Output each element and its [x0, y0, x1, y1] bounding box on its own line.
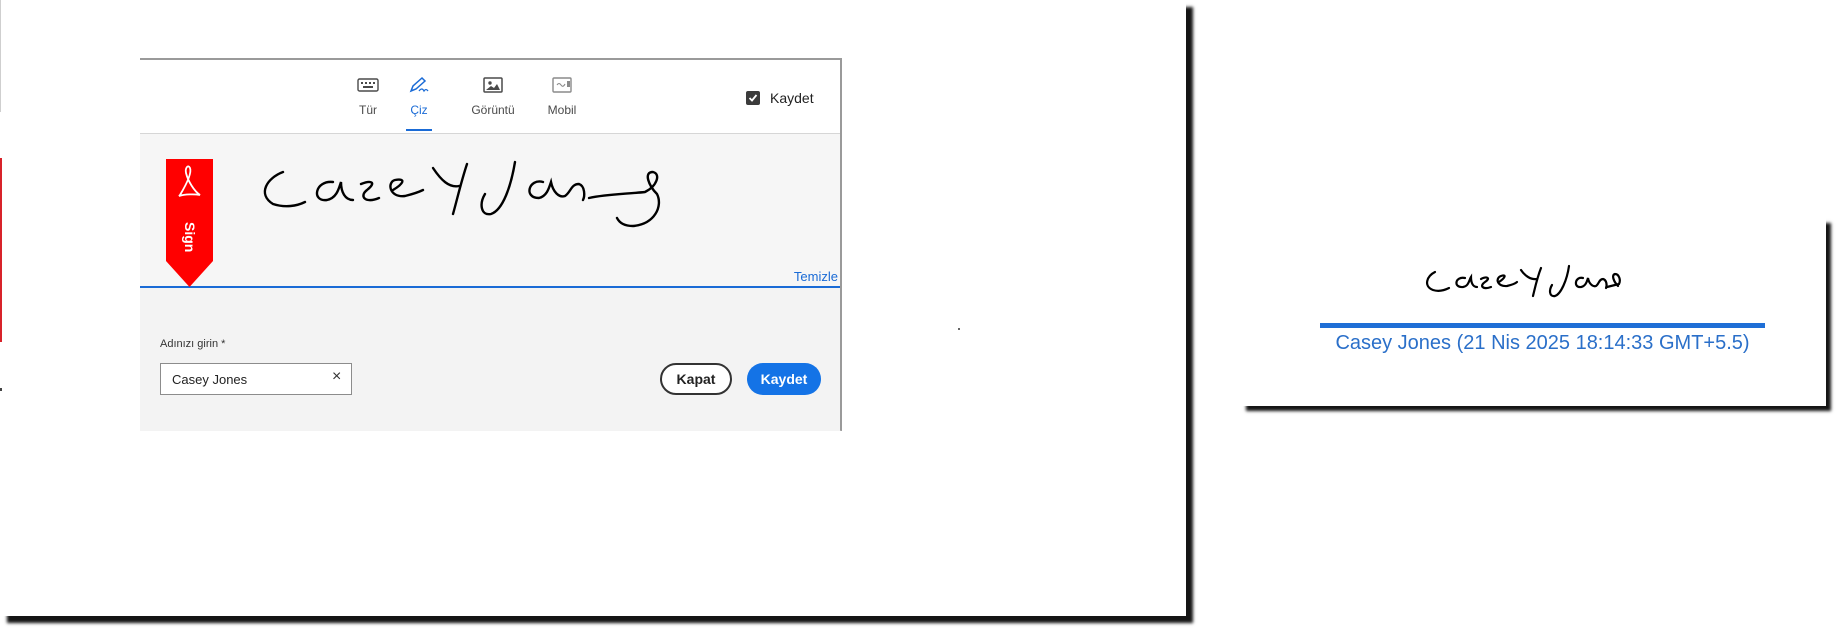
signature-caption: Casey Jones (21 Nis 2025 18:14:33 GMT+5.… [1335, 332, 1750, 354]
edge-red-strip [0, 158, 2, 342]
tab-type-label: Tür [359, 103, 377, 117]
close-button[interactable]: Kapat [660, 363, 732, 395]
edge-divider [0, 0, 1, 112]
name-field-label-text: Adınızı girin [160, 338, 219, 350]
save-signature-checkbox[interactable]: Kaydet [746, 90, 814, 106]
clear-input-icon[interactable]: × [332, 368, 341, 386]
signature-canvas[interactable]: Sign Temizle [140, 134, 840, 288]
tab-image[interactable]: Görüntü [463, 76, 523, 117]
tab-mobile[interactable]: Mobil [532, 76, 592, 117]
sign-flag-label: Sign [182, 221, 198, 253]
name-input[interactable] [160, 363, 352, 395]
image-icon [483, 77, 503, 93]
signature-preview: Casey Jones (21 Nis 2025 18:14:33 GMT+5.… [1241, 218, 1826, 406]
save-signature-label: Kaydet [770, 90, 814, 106]
clear-signature-link[interactable]: Temizle [794, 269, 838, 284]
checkbox-checked-icon[interactable] [746, 91, 760, 105]
page-speck [958, 328, 960, 330]
preview-signature-image [1426, 264, 1621, 298]
signature-underline [1320, 323, 1765, 328]
pen-icon [409, 76, 429, 93]
edge-mark [0, 388, 2, 391]
name-field-label: Adınızı girin * [160, 338, 225, 350]
tab-mobile-label: Mobil [547, 103, 577, 117]
tab-draw[interactable]: Çiz [389, 76, 449, 131]
keyboard-icon [357, 78, 379, 92]
active-tab-indicator [406, 129, 432, 131]
mobile-icon [552, 77, 572, 93]
save-button[interactable]: Kaydet [747, 363, 821, 395]
tab-image-label: Görüntü [471, 103, 515, 117]
required-marker: * [221, 338, 226, 350]
drawn-signature [263, 160, 661, 228]
signature-dialog: Tür Çiz Görüntü Mobil Kaydet Sign Temizl… [140, 58, 842, 431]
name-form: Adınızı girin * × Kapat Kaydet [140, 288, 840, 431]
tab-draw-label: Çiz [410, 103, 428, 117]
signature-mode-tabs: Tür Çiz Görüntü Mobil Kaydet [140, 60, 840, 134]
